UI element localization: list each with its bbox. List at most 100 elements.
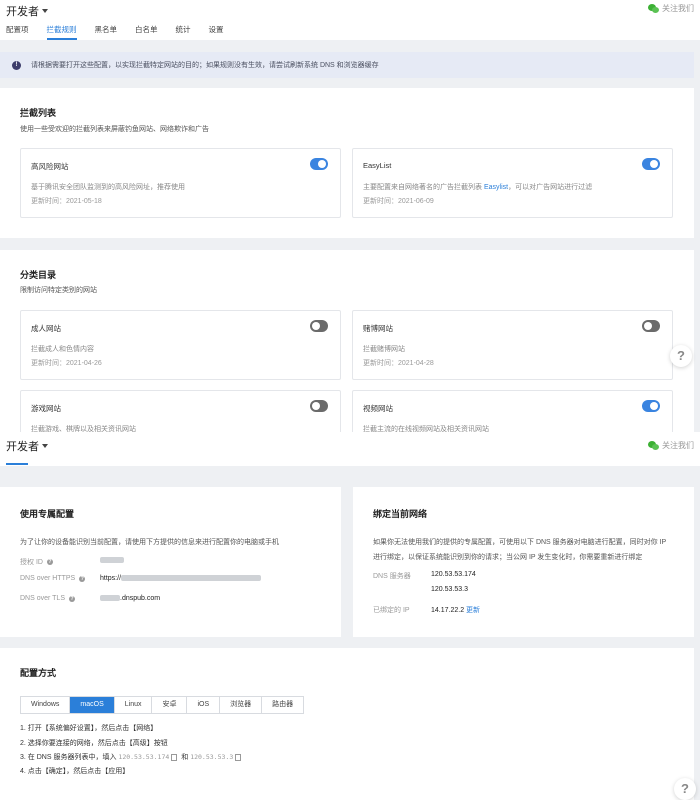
notice-text: 请根据需要打开这些配置，以实现拦截特定网站的目的；如果规则没有生效，请尝试刷新系… [31, 62, 379, 69]
os-tab-browser[interactable]: 浏览器 [220, 697, 263, 713]
dedicated-config-panel: 使用专属配置 为了让你的设备能识别当前配置，请使用下方提供的信息来进行配置你的电… [0, 487, 341, 637]
tab-settings[interactable]: 设置 [209, 24, 224, 40]
doh-label: DNS over HTTPS? [20, 575, 86, 582]
desc-text: ，可以对广告网站进行过滤 [508, 184, 593, 191]
desc-text: 主要配置来自网络著名的广告拦截列表 [363, 184, 484, 191]
os-tabs: Windows macOS Linux 安卓 iOS 浏览器 路由器 [20, 696, 305, 714]
card-desc: 拦截赌博网站 [363, 346, 405, 353]
bound-ip-value: 14.17.22.2 更新 [431, 605, 480, 615]
tab-statistics[interactable]: 统计 [176, 24, 191, 40]
help-circle-icon[interactable]: ? [46, 559, 53, 565]
field-label: DNS over HTTPS [20, 575, 76, 582]
field-value: https:// [100, 575, 122, 582]
follow-us-label: 关注我们 [662, 4, 694, 13]
os-tab-android[interactable]: 安卓 [152, 697, 188, 713]
section-desc: 如果你无法使用我们的提供的专属配置，可使用以下 DNS 服务器对电脑进行配置，同… [373, 539, 667, 546]
copy-icon[interactable] [171, 753, 178, 761]
bind-network-panel: 绑定当前网络 如果你无法使用我们的提供的专属配置，可使用以下 DNS 服务器对电… [353, 487, 694, 637]
card-date: 更新时间：2021-06-09 [363, 198, 434, 205]
card-name: 赌博网站 [363, 324, 393, 333]
field-label: 授权 ID [20, 559, 43, 566]
step-4: 4. 点击【确定】，然后点击【应用】 [20, 768, 130, 775]
card-desc: 主要配置来自网络著名的广告拦截列表 Easylist，可以对广告网站进行过滤 [363, 182, 592, 192]
dot-label: DNS over TLS? [20, 595, 75, 602]
section-title: 使用专属配置 [20, 509, 75, 519]
help-button[interactable]: ? [670, 345, 692, 367]
card-desc: 拦截成人和色情内容 [31, 346, 94, 353]
chevron-down-icon [42, 9, 48, 13]
help-circle-icon[interactable]: ? [79, 575, 86, 582]
card-name: 成人网站 [31, 324, 61, 333]
card-desc: 基于腾讯安全团队监测到的高风险网址，推荐使用 [31, 184, 185, 191]
toggle-switch[interactable] [642, 320, 660, 332]
toggle-switch[interactable] [310, 158, 328, 170]
copy-icon[interactable] [235, 753, 242, 761]
top-bar: 开发者 关注我们 配置项 拦截规则 黑名单 白名单 统计 设置 [0, 0, 700, 40]
os-tab-macos[interactable]: macOS [70, 697, 115, 713]
follow-us-link[interactable]: 关注我们 [648, 3, 694, 14]
step-2: 2. 选择你要连接的网络，然后点击【高级】按钮 [20, 740, 168, 747]
card-date: 更新时间：2021-05-18 [31, 198, 102, 205]
blocklist-section: 拦截列表 使用一些受欢迎的拦截列表来屏蔽钓鱼网站、网络欺诈和广告 高风险网站 基… [0, 88, 694, 238]
follow-us-label: 关注我们 [662, 441, 694, 450]
toggle-switch[interactable] [642, 400, 660, 412]
tab-blacklist[interactable]: 黑名单 [95, 24, 118, 40]
section-title: 配置方式 [20, 668, 57, 678]
section-title: 绑定当前网络 [373, 509, 428, 519]
refresh-link[interactable]: 更新 [466, 607, 480, 614]
wechat-icon [648, 440, 659, 451]
section-desc: 限制访问特定类别的网站 [20, 287, 97, 294]
toggle-switch[interactable] [310, 400, 328, 412]
dns-ip-1: 120.53.53.174 [118, 753, 170, 761]
field-value: .dnspub.com [120, 595, 161, 602]
section-title: 分类目录 [20, 270, 57, 280]
os-tab-linux[interactable]: Linux [114, 697, 153, 713]
os-tab-windows[interactable]: Windows [21, 697, 71, 713]
section-desc: 进行绑定，以保证系统能识别到你的请求；当公网 IP 发生变化时，你需要重新进行绑… [373, 554, 643, 561]
toggle-switch[interactable] [642, 158, 660, 170]
help-circle-icon[interactable]: ? [69, 595, 75, 602]
card-date: 更新时间：2021-04-28 [363, 360, 434, 367]
card-name: 视频网站 [363, 404, 393, 413]
category-section: 分类目录 限制访问特定类别的网站 成人网站 拦截成人和色情内容 更新时间：202… [0, 250, 694, 432]
step-text: 3. 在 DNS 服务器列表中，填入 [20, 754, 117, 761]
follow-us-link[interactable]: 关注我们 [648, 440, 694, 451]
card-name: 游戏网站 [31, 404, 61, 413]
ip-text: 14.17.22.2 [431, 607, 465, 614]
dns-server-label: DNS 服务器 [373, 573, 411, 580]
tab-block-rules[interactable]: 拦截规则 [46, 24, 77, 40]
card-desc: 拦截主流的在线视频网站及相关资讯网站 [363, 426, 489, 432]
dns-server-1[interactable]: 120.53.53.174 [431, 571, 476, 578]
notice-banner: ! 请根据需要打开这些配置，以实现拦截特定网站的目的；如果规则没有生效，请尝试刷… [0, 52, 694, 78]
easylist-link[interactable]: Easylist [484, 184, 508, 191]
card-name: 高风险网站 [31, 162, 69, 171]
auth-id-value[interactable] [100, 557, 124, 564]
bound-ip-label: 已绑定的 IP [373, 607, 410, 614]
dns-ip-2: 120.53.53.3 [190, 753, 234, 761]
brand-menu[interactable]: 开发者 [6, 3, 48, 19]
category-card-adult: 成人网站 拦截成人和色情内容 更新时间：2021-04-26 [20, 310, 341, 380]
category-card-gambling: 赌博网站 拦截赌博网站 更新时间：2021-04-28 [352, 310, 673, 380]
card-name: EasyList [363, 161, 392, 170]
dns-server-2[interactable]: 120.53.53.3 [431, 586, 468, 593]
tab-config[interactable]: 配置项 [6, 24, 29, 40]
doh-value[interactable]: https:// [100, 575, 262, 582]
tab-whitelist[interactable]: 白名单 [135, 24, 158, 40]
card-date: 更新时间：2021-04-26 [31, 360, 102, 367]
step-3: 3. 在 DNS 服务器列表中，填入 120.53.53.174 和 120.5… [20, 752, 243, 762]
section-desc: 为了让你的设备能识别当前配置，请使用下方提供的信息来进行配置你的电脑或手机 [20, 539, 279, 546]
dot-value[interactable]: .dnspub.com [100, 595, 160, 602]
auth-id-label: 授权 ID? [20, 557, 53, 567]
brand-menu[interactable]: 开发者 [6, 438, 48, 454]
info-icon: ! [12, 60, 21, 70]
field-label: DNS over TLS [20, 595, 65, 602]
section-desc: 使用一些受欢迎的拦截列表来屏蔽钓鱼网站、网络欺诈和广告 [20, 126, 209, 133]
step-text: 和 [181, 754, 189, 761]
top-bar-2: 开发者 关注我们 [0, 432, 700, 466]
brand-label: 开发者 [6, 441, 39, 453]
os-tab-router[interactable]: 路由器 [262, 697, 304, 713]
os-tab-ios[interactable]: iOS [187, 697, 221, 713]
category-card-video: 视频网站 拦截主流的在线视频网站及相关资讯网站 [352, 390, 673, 432]
toggle-switch[interactable] [310, 320, 328, 332]
help-button[interactable]: ? [674, 778, 696, 800]
